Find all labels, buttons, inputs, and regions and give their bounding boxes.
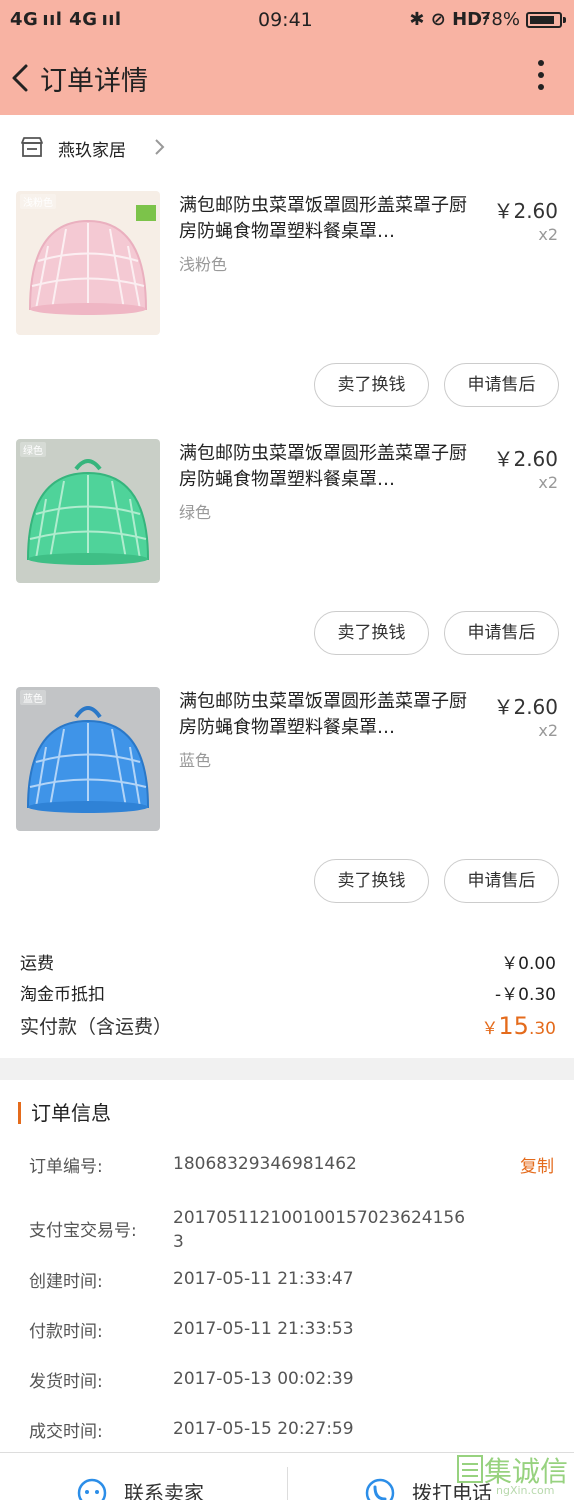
paid-amount: ￥15.30	[481, 1012, 556, 1040]
product-thumbnail[interactable]: 蓝色	[16, 687, 160, 831]
order-info-title: 订单信息	[18, 1102, 111, 1124]
paid-label: 实付款（含运费）	[20, 1016, 173, 1038]
more-options-icon[interactable]	[536, 60, 546, 94]
paid-time-value: 2017-05-11 21:33:53	[173, 1319, 354, 1339]
sell-button[interactable]: 卖了换钱	[314, 859, 429, 903]
contact-seller-button[interactable]: 联系卖家	[76, 1453, 266, 1500]
watermark-url: ngXin.com	[496, 1484, 555, 1497]
coin-deduction-value: -￥0.30	[495, 985, 556, 1005]
sell-button[interactable]: 卖了换钱	[314, 363, 429, 407]
top-bar: 4G ııl 4G ııl 09:41 ✱ ⊘ HD² 78% 订单详情	[0, 0, 574, 115]
order-item[interactable]: 蓝色 满包邮防虫菜罩饭罩圆形盖菜罩子厨房防蝇食物罩塑料餐桌罩… 蓝色 ￥2.60…	[0, 687, 574, 935]
order-totals: 运费 ￥0.00 淘金币抵扣 -￥0.30 实付款（含运费） ￥15.30	[0, 940, 574, 1058]
product-variant: 蓝色	[179, 751, 212, 770]
shop-name: 燕玖家居	[58, 141, 126, 161]
alipay-trade-label: 支付宝交易号:	[29, 1221, 137, 1241]
shop-row[interactable]: 燕玖家居	[0, 120, 574, 175]
completed-time-value: 2017-05-15 20:27:59	[173, 1419, 354, 1439]
shipped-time-label: 发货时间:	[29, 1372, 103, 1392]
store-icon	[21, 137, 43, 157]
nav-header: 订单详情	[0, 40, 574, 115]
product-quantity: x2	[538, 225, 558, 244]
paid-currency: ￥	[481, 1019, 499, 1039]
order-number-value: 1806832934698146​2	[173, 1154, 357, 1174]
food-cover-image	[16, 439, 160, 583]
product-thumbnail[interactable]: 浅粉色	[16, 191, 160, 335]
created-time-label: 创建时间:	[29, 1272, 103, 1292]
product-variant: 浅粉色	[179, 255, 228, 274]
thumbnail-tag: 蓝色	[20, 690, 46, 705]
thumbnail-tag: 浅粉色	[20, 194, 56, 209]
page-title: 订单详情	[40, 66, 148, 97]
paid-row: 实付款（含运费） ￥15.30	[20, 1012, 556, 1040]
after-sale-button[interactable]: 申请售后	[444, 363, 559, 407]
shipped-time-value: 2017-05-13 00:02:39	[173, 1369, 354, 1389]
paid-decimal: .30	[528, 1019, 556, 1039]
battery-percent: 78%	[479, 9, 520, 30]
product-title[interactable]: 满包邮防虫菜罩饭罩圆形盖菜罩子厨房防蝇食物罩塑料餐桌罩…	[179, 193, 475, 245]
after-sale-button[interactable]: 申请售后	[444, 611, 559, 655]
chevron-right-icon	[155, 139, 165, 155]
product-price: ￥2.60	[493, 199, 558, 223]
signal-indicator: 4G ııl 4G ııl	[10, 9, 122, 30]
food-cover-image	[16, 191, 160, 335]
back-arrow-icon[interactable]	[8, 58, 34, 98]
product-quantity: x2	[538, 721, 558, 740]
section-divider	[0, 1058, 574, 1080]
product-price: ￥2.60	[493, 447, 558, 471]
order-item[interactable]: 绿色 满包邮防虫菜罩饭罩圆形盖菜罩子厨房防蝇食物罩塑料餐桌罩… 绿色 ￥2.60…	[0, 439, 574, 687]
alipay-trade-value: 2017051121001001570236241563	[173, 1208, 466, 1252]
product-quantity: x2	[538, 473, 558, 492]
status-icons: ✱ ⊘ HD²	[409, 9, 490, 30]
food-cover-image	[16, 687, 160, 831]
order-item[interactable]: 浅粉色 满包邮防虫菜罩饭罩圆形盖菜罩子厨房防蝇食物罩塑料餐桌罩… 浅粉色 ￥2.…	[0, 191, 574, 439]
status-bar: 4G ııl 4G ııl 09:41 ✱ ⊘ HD² 78%	[0, 0, 574, 40]
sell-button[interactable]: 卖了换钱	[314, 611, 429, 655]
battery-icon	[526, 12, 566, 28]
product-price: ￥2.60	[493, 695, 558, 719]
shipping-row: 运费 ￥0.00	[20, 949, 556, 974]
product-title[interactable]: 满包邮防虫菜罩饭罩圆形盖菜罩子厨房防蝇食物罩塑料餐桌罩…	[179, 689, 475, 741]
copy-button[interactable]: 复制	[520, 1152, 554, 1177]
completed-time-label: 成交时间:	[29, 1422, 103, 1442]
order-number-label: 订单编号:	[29, 1157, 103, 1177]
thumbnail-tag: 绿色	[20, 442, 46, 457]
created-time-value: 2017-05-11 21:33:47	[173, 1269, 354, 1289]
product-thumbnail[interactable]: 绿色	[16, 439, 160, 583]
order-info-section: 订单信息 订单编号: 1806832934698146​2 复制 支付宝交易号:…	[0, 1080, 574, 1452]
phone-icon	[365, 1478, 395, 1500]
watermark-logo: 集诚信 ngXin.com	[456, 1450, 574, 1500]
bottom-divider	[287, 1467, 288, 1500]
status-time: 09:41	[258, 9, 313, 31]
product-title[interactable]: 满包邮防虫菜罩饭罩圆形盖菜罩子厨房防蝇食物罩塑料餐桌罩…	[179, 441, 475, 493]
paid-time-label: 付款时间:	[29, 1322, 103, 1342]
contact-seller-label: 联系卖家	[124, 1481, 204, 1500]
coin-deduction-label: 淘金币抵扣	[20, 985, 105, 1005]
watermark-icon	[457, 1455, 483, 1483]
coin-deduction-row: 淘金币抵扣 -￥0.30	[20, 980, 556, 1005]
shipping-value: ￥0.00	[501, 954, 556, 974]
shipping-label: 运费	[20, 954, 54, 974]
paid-integer: 15	[498, 1012, 529, 1040]
product-variant: 绿色	[179, 503, 212, 522]
chat-bubble-icon	[77, 1478, 107, 1500]
after-sale-button[interactable]: 申请售后	[444, 859, 559, 903]
